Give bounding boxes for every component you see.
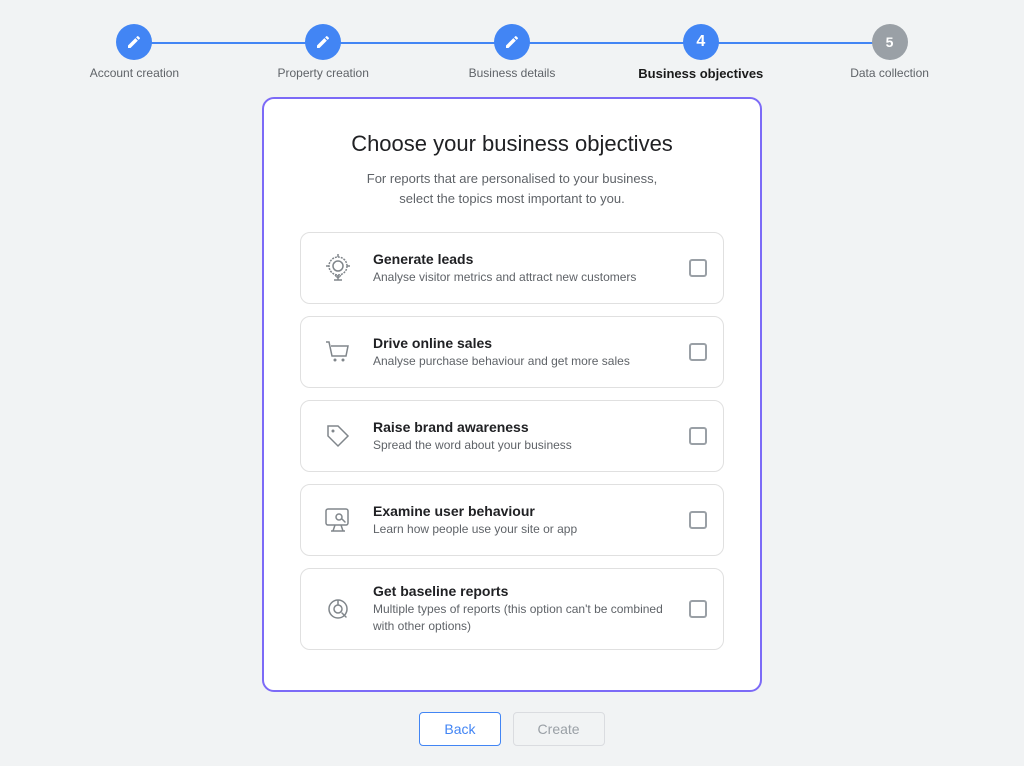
- objective-raise-brand-awareness-checkbox[interactable]: [689, 427, 707, 445]
- step-data-collection: 5 Data collection: [795, 24, 984, 80]
- step-business-objectives: 4 Business objectives: [606, 24, 795, 81]
- objective-raise-brand-awareness[interactable]: Raise brand awareness Spread the word ab…: [300, 400, 724, 472]
- objective-raise-brand-awareness-desc: Spread the word about your business: [373, 437, 677, 454]
- card-title: Choose your business objectives: [300, 131, 724, 157]
- step-label-business-details: Business details: [469, 66, 556, 80]
- objective-raise-brand-awareness-title: Raise brand awareness: [373, 419, 677, 435]
- objective-examine-user-behaviour-title: Examine user behaviour: [373, 503, 677, 519]
- step-label-data-collection: Data collection: [850, 66, 929, 80]
- objective-generate-leads-desc: Analyse visitor metrics and attract new …: [373, 269, 677, 286]
- step-circle-property: [305, 24, 341, 60]
- objective-raise-brand-awareness-text: Raise brand awareness Spread the word ab…: [373, 419, 677, 454]
- stepper: Account creation Property creation Busin…: [0, 0, 1024, 97]
- step-account: Account creation: [40, 24, 229, 80]
- objective-drive-online-sales-title: Drive online sales: [373, 335, 677, 351]
- report-icon: [317, 588, 359, 630]
- tag-icon: [317, 415, 359, 457]
- objective-generate-leads-checkbox[interactable]: [689, 259, 707, 277]
- objective-get-baseline-reports-checkbox[interactable]: [689, 600, 707, 618]
- objective-drive-online-sales-checkbox[interactable]: [689, 343, 707, 361]
- objective-get-baseline-reports-desc: Multiple types of reports (this option c…: [373, 601, 677, 635]
- objective-drive-online-sales[interactable]: Drive online sales Analyse purchase beha…: [300, 316, 724, 388]
- step-business-details: Business details: [418, 24, 607, 80]
- objective-generate-leads-text: Generate leads Analyse visitor metrics a…: [373, 251, 677, 286]
- step-circle-account: [116, 24, 152, 60]
- create-button[interactable]: Create: [513, 712, 605, 746]
- cart-icon: [317, 331, 359, 373]
- objective-generate-leads-title: Generate leads: [373, 251, 677, 267]
- step-circle-business-objectives: 4: [683, 24, 719, 60]
- objective-examine-user-behaviour[interactable]: Examine user behaviour Learn how people …: [300, 484, 724, 556]
- objective-get-baseline-reports-title: Get baseline reports: [373, 583, 677, 599]
- monitor-icon: [317, 499, 359, 541]
- step-circle-business-details: [494, 24, 530, 60]
- objective-get-baseline-reports[interactable]: Get baseline reports Multiple types of r…: [300, 568, 724, 650]
- objective-examine-user-behaviour-desc: Learn how people use your site or app: [373, 521, 677, 538]
- objective-get-baseline-reports-text: Get baseline reports Multiple types of r…: [373, 583, 677, 635]
- objective-examine-user-behaviour-checkbox[interactable]: [689, 511, 707, 529]
- step-label-business-objectives: Business objectives: [638, 66, 763, 81]
- step-property: Property creation: [229, 24, 418, 80]
- main-content: Choose your business objectives For repo…: [0, 97, 1024, 766]
- objective-drive-online-sales-desc: Analyse purchase behaviour and get more …: [373, 353, 677, 370]
- objectives-card: Choose your business objectives For repo…: [262, 97, 762, 692]
- target-icon: [317, 247, 359, 289]
- card-subtitle: For reports that are personalised to you…: [300, 169, 724, 208]
- objective-drive-online-sales-text: Drive online sales Analyse purchase beha…: [373, 335, 677, 370]
- objective-examine-user-behaviour-text: Examine user behaviour Learn how people …: [373, 503, 677, 538]
- step-circle-data-collection: 5: [872, 24, 908, 60]
- back-button[interactable]: Back: [419, 712, 500, 746]
- objective-generate-leads[interactable]: Generate leads Analyse visitor metrics a…: [300, 232, 724, 304]
- footer-buttons: Back Create: [419, 712, 604, 746]
- step-label-account: Account creation: [90, 66, 179, 80]
- step-label-property: Property creation: [278, 66, 369, 80]
